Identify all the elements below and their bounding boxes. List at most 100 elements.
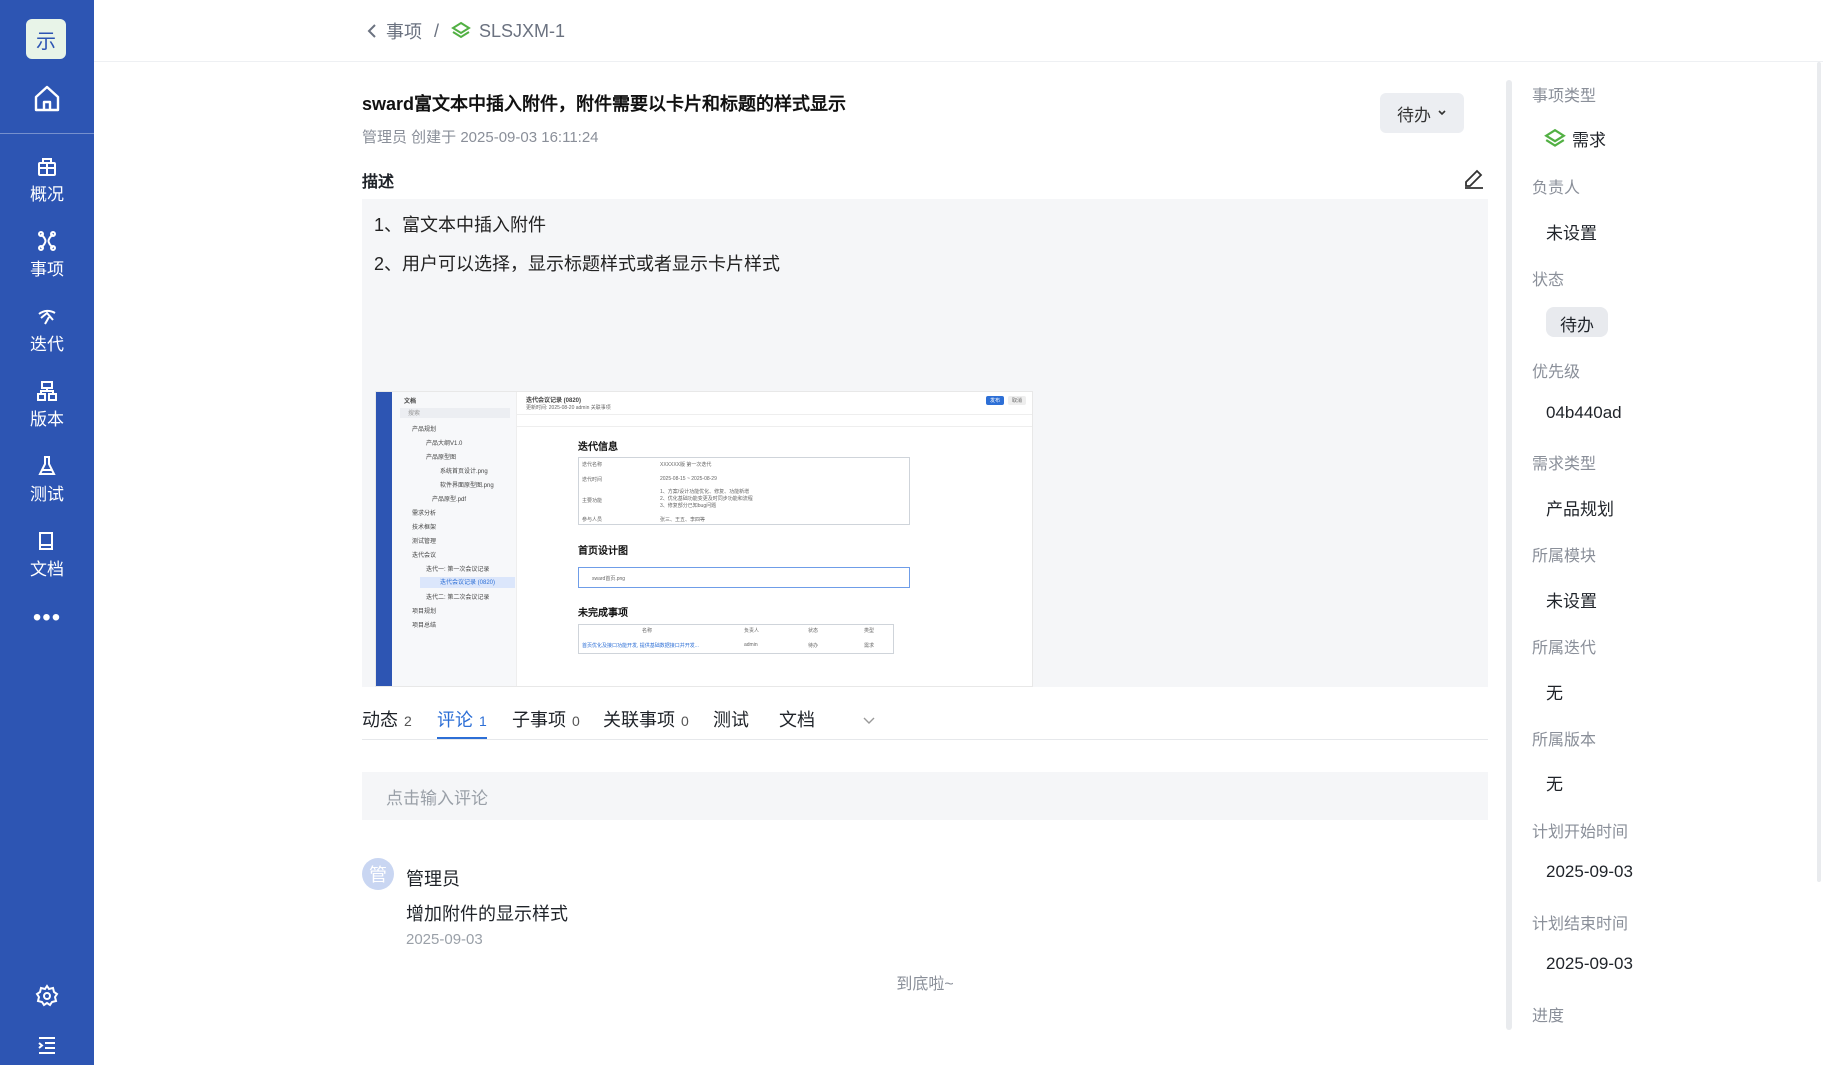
tab-label: 评论	[437, 710, 473, 730]
issue-type-text: 需求	[1572, 131, 1606, 150]
avatar: 管	[362, 858, 394, 890]
details-scrollbar[interactable]	[1817, 62, 1821, 882]
issue-meta: 管理员 创建于 2025-09-03 16:11:24	[362, 129, 599, 146]
mini-section-heading: 首页设计图	[578, 546, 628, 557]
module-value[interactable]: 未设置	[1546, 587, 1597, 612]
mini-cell: 主要功能	[582, 498, 603, 504]
mini-cell: 参与人员	[582, 517, 603, 523]
app-logo[interactable]: 示	[26, 19, 66, 59]
nav-overview[interactable]: 概况	[0, 148, 94, 212]
comment-date: 2025-09-03	[406, 931, 483, 948]
comment-input[interactable]: 点击输入评论	[362, 772, 1488, 820]
tab-count: 0	[681, 713, 689, 729]
mini-header: 状态	[808, 628, 819, 634]
tab-tests[interactable]: 测试	[713, 706, 749, 732]
status-badge[interactable]: 待办	[1546, 307, 1608, 337]
mini-doc-tree: 文档 搜索 产品规划 产品大纲V1.0 产品原型图 系统首页设计.png 软件界…	[392, 392, 517, 686]
nav-test[interactable]: 测试	[0, 448, 94, 512]
description-content[interactable]: 1、富文本中插入附件 2、用户可以选择，显示标题样式或者显示卡片样式 文档 搜索…	[362, 199, 1488, 796]
mini-toolbar-line	[517, 414, 1032, 415]
mini-cell: 1、方案/设计功能优化、修复、功能新增 2、优化基础功能变更及时同步功能和流程 …	[660, 489, 753, 509]
nav-version-label: 版本	[30, 410, 64, 429]
comment-author: 管理员	[406, 869, 460, 889]
nav-docs-label: 文档	[30, 560, 64, 579]
mini-tree-item: 产品大纲V1.0	[426, 441, 463, 447]
comment-text: 增加附件的显示样式	[406, 904, 568, 924]
detail-label-status: 状态	[1532, 272, 1565, 289]
detail-label-version: 所属版本	[1532, 732, 1597, 749]
detail-label-sprint: 所属迭代	[1532, 640, 1597, 657]
version-icon	[37, 381, 57, 401]
nav-docs[interactable]: 文档	[0, 523, 94, 587]
document-icon	[39, 532, 53, 550]
tab-docs[interactable]: 文档	[779, 706, 815, 732]
mini-header: 名称	[642, 628, 653, 634]
tab-subitems[interactable]: 子事项 0	[512, 706, 580, 732]
embedded-screenshot: 文档 搜索 产品规划 产品大纲V1.0 产品原型图 系统首页设计.png 软件界…	[375, 391, 1033, 687]
priority-value[interactable]: 04b440ad	[1546, 403, 1622, 423]
mini-tree-item: 测试管理	[412, 539, 437, 545]
settings-icon[interactable]	[35, 984, 59, 1008]
mini-header: 类型	[864, 628, 875, 634]
assignee-value[interactable]: 未设置	[1546, 219, 1597, 244]
status-dropdown-button[interactable]: 待办	[1380, 93, 1464, 133]
plan-end-value[interactable]: 2025-09-03	[1546, 954, 1633, 974]
test-icon	[38, 456, 56, 475]
mini-cell: 张三、王五、李四等	[660, 517, 706, 523]
breadcrumb-parent[interactable]: 事项	[386, 18, 422, 44]
detail-tabs: 动态 2 评论 1 子事项 0 关联事项 0 测试 文档	[362, 706, 1488, 740]
nav-sprint[interactable]: 迭代	[0, 298, 94, 362]
description-label: 描述	[362, 174, 395, 191]
tab-label: 动态	[362, 710, 398, 730]
mini-tree-item: 软件界面原型图.png	[440, 483, 494, 489]
version-value[interactable]: 无	[1546, 770, 1563, 795]
detail-label-type: 事项类型	[1532, 88, 1597, 105]
active-tab-indicator	[437, 737, 487, 739]
issue-type-value[interactable]: 需求	[1544, 126, 1606, 151]
mini-section-heading: 迭代信息	[578, 442, 618, 453]
mini-tree-item: 产品原型图	[426, 455, 457, 461]
mini-tree-item: 系统首页设计.png	[440, 469, 488, 475]
mini-tree-title: 文档	[404, 399, 417, 405]
detail-label-assignee: 负责人	[1532, 180, 1581, 197]
tab-activity[interactable]: 动态 2	[362, 706, 412, 732]
breadcrumb-current: SLSJXM-1	[479, 20, 566, 41]
mini-tree-item: 需求分析	[412, 511, 437, 517]
sprint-value[interactable]: 无	[1546, 679, 1563, 704]
nav-version[interactable]: 版本	[0, 373, 94, 437]
overview-icon	[38, 158, 56, 176]
detail-label-progress: 进度	[1532, 1008, 1565, 1025]
mini-cell: 待办	[808, 643, 819, 649]
home-icon[interactable]	[27, 78, 67, 118]
nav-issues-label: 事项	[30, 260, 64, 279]
mini-publish-button: 发布	[986, 396, 1005, 405]
mini-toolbar-line	[517, 426, 1032, 427]
end-of-list: 到底啦~	[896, 976, 954, 993]
description-line: 2、用户可以选择，显示标题样式或者显示卡片样式	[374, 254, 781, 274]
mini-tree-item: 项目总结	[412, 623, 437, 629]
issue-icon	[38, 231, 56, 251]
content-scrollbar[interactable]	[1506, 80, 1512, 1030]
tabs-more-chevron-icon[interactable]	[862, 716, 876, 726]
collapse-menu-icon[interactable]	[35, 1033, 59, 1057]
tab-count: 1	[479, 713, 487, 729]
top-bar: 事项 / SLSJXM-1	[94, 0, 1823, 62]
mini-tree-item: 产品原型.pdf	[432, 497, 467, 503]
mini-tree-item: 迭代一: 第一次会议记录	[426, 567, 490, 573]
more-icon[interactable]: •••	[0, 604, 94, 632]
detail-label-module: 所属模块	[1532, 548, 1597, 565]
mini-cell: admin	[744, 642, 758, 648]
mini-cell: 首页优化及接口功能开发, 提供基础数据接口并开发...	[582, 643, 699, 649]
edit-icon[interactable]	[1462, 166, 1486, 190]
nav-issues[interactable]: 事项	[0, 223, 94, 287]
chevron-down-icon	[1438, 110, 1446, 116]
tab-linked-items[interactable]: 关联事项 0	[603, 706, 689, 732]
back-chevron-icon[interactable]	[366, 23, 378, 39]
description-line: 1、富文本中插入附件	[374, 215, 547, 235]
mini-task-table	[578, 624, 894, 654]
plan-start-value[interactable]: 2025-09-03	[1546, 862, 1633, 882]
mini-cell: 迭代名称	[582, 462, 603, 468]
mini-doc-meta: 更新时间: 2025-08-20 admin 关联事项	[526, 405, 611, 411]
tab-comments[interactable]: 评论 1	[437, 706, 487, 732]
requirement-type-value[interactable]: 产品规划	[1546, 495, 1614, 520]
